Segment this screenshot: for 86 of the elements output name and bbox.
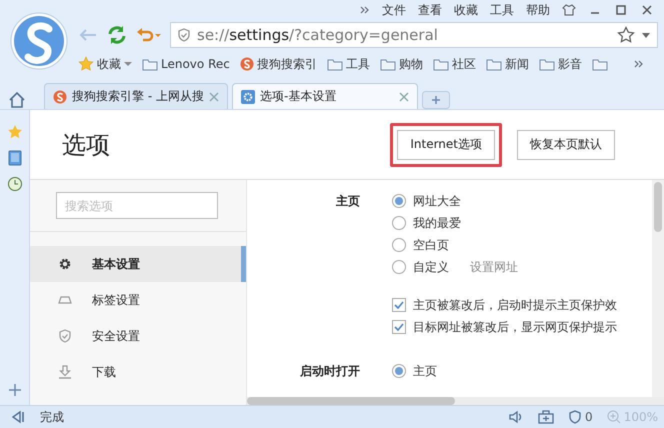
star-icon xyxy=(78,56,94,72)
vertical-scrollbar[interactable] xyxy=(652,180,664,397)
add-icon[interactable] xyxy=(8,383,22,397)
page-title: 选项 xyxy=(62,130,111,160)
search-field[interactable]: 搜索选项 xyxy=(56,192,218,219)
shield-icon xyxy=(58,329,72,343)
nav-label: 安全设置 xyxy=(92,328,140,344)
folder-icon xyxy=(380,58,396,70)
folder-icon xyxy=(142,58,158,70)
menu-item[interactable]: 查看 xyxy=(418,2,442,18)
settings-icon xyxy=(241,90,255,104)
clock-icon[interactable] xyxy=(6,176,22,192)
option-label: 网址大全 xyxy=(413,192,461,210)
checkbox[interactable] xyxy=(392,298,406,312)
bookmark-item[interactable]: 新闻 xyxy=(486,56,529,72)
sidebar-toggle-icon[interactable] xyxy=(10,410,26,424)
shield-icon xyxy=(177,28,191,42)
folder-icon xyxy=(486,58,502,70)
nav-item[interactable]: 安全设置 xyxy=(30,318,246,354)
address-bar[interactable]: se://settings/?category=general xyxy=(170,22,658,48)
browser-tab[interactable]: 选项-基本设置 xyxy=(232,83,418,109)
menu-item[interactable]: 帮助 xyxy=(526,2,550,18)
set-url-link[interactable]: 设置网址 xyxy=(470,258,518,276)
horizontal-scrollbar[interactable] xyxy=(247,397,664,405)
radio-button[interactable] xyxy=(392,238,406,252)
star-outline-icon[interactable] xyxy=(617,26,635,44)
folder-icon xyxy=(326,58,343,70)
menu-item[interactable]: 文件 xyxy=(382,2,406,18)
shield-icon xyxy=(568,410,582,424)
nav-item[interactable]: 下载 xyxy=(30,354,246,390)
browser-tab[interactable]: 搜狗搜索引擎 - 上网从搜 xyxy=(44,83,228,109)
dropdown-caret-icon[interactable] xyxy=(124,60,132,68)
bookmark-item[interactable] xyxy=(592,58,608,70)
checkbox[interactable] xyxy=(392,320,406,334)
radio-button[interactable] xyxy=(392,260,406,274)
bookmark-item[interactable]: 影音 xyxy=(538,56,582,72)
nav-item[interactable]: 基本设置 xyxy=(30,246,246,282)
folder-icon xyxy=(538,58,555,70)
browser-logo-icon[interactable] xyxy=(10,12,68,70)
bookmark-item[interactable]: 搜狗搜索引 xyxy=(240,56,317,72)
maximize-icon[interactable] xyxy=(614,3,628,17)
bookmark-item[interactable]: Lenovo Rec xyxy=(142,57,230,71)
page-button[interactable]: 恢复本页默认 xyxy=(517,130,615,160)
bookmark-item[interactable]: 购物 xyxy=(380,56,423,72)
option-label: 空白页 xyxy=(413,236,449,254)
option-label: 主页被篡改后，启动时提示主页保护效 xyxy=(413,296,617,314)
dropdown-caret-icon[interactable] xyxy=(641,30,651,40)
ad-block-count[interactable]: 0 xyxy=(568,410,593,424)
s-logo-icon xyxy=(240,57,254,71)
nav-label: 标签设置 xyxy=(92,292,140,308)
folder-icon xyxy=(592,58,608,70)
option-label: 目标网址被篡改后，显示网页保护提示 xyxy=(413,318,617,336)
tablet-icon[interactable] xyxy=(8,150,22,166)
download-icon xyxy=(58,365,72,379)
setting-label: 启动时打开 xyxy=(299,363,361,380)
gear-icon xyxy=(58,257,72,271)
nav-item[interactable]: 标签设置 xyxy=(30,282,246,318)
nav-label: 基本设置 xyxy=(92,256,140,272)
shirt-icon[interactable] xyxy=(562,3,576,17)
new-tab-icon[interactable] xyxy=(422,91,450,109)
status-text: 完成 xyxy=(40,408,65,426)
option-label: 主页 xyxy=(413,362,437,380)
bookmark-item[interactable]: 收藏 xyxy=(78,56,132,72)
zoom-in-icon xyxy=(606,410,621,424)
refresh-icon[interactable] xyxy=(106,24,128,46)
radio-button[interactable] xyxy=(392,216,406,230)
s-logo-icon xyxy=(53,90,67,104)
chevron-icon[interactable] xyxy=(360,5,370,15)
option-label: 自定义 xyxy=(413,258,449,276)
undo-icon[interactable] xyxy=(136,26,162,44)
radio-button[interactable] xyxy=(392,364,406,378)
star-icon[interactable] xyxy=(6,124,22,140)
menu-item[interactable]: 收藏 xyxy=(454,2,478,18)
close-icon[interactable] xyxy=(640,3,654,17)
bookmark-item[interactable]: 工具 xyxy=(326,56,370,72)
bookmark-item[interactable]: 社区 xyxy=(432,56,476,72)
page-button[interactable]: Internet选项 xyxy=(397,130,495,160)
nav-label: 下载 xyxy=(92,364,116,380)
home-icon[interactable] xyxy=(8,91,26,109)
toolbox-icon[interactable] xyxy=(538,410,554,424)
folder-icon xyxy=(432,58,449,70)
chevron-icon[interactable] xyxy=(634,59,644,69)
option-label: 我的最爱 xyxy=(413,214,461,232)
menu-item[interactable]: 工具 xyxy=(490,2,514,18)
radio-button[interactable] xyxy=(392,194,406,208)
setting-label: 主页 xyxy=(335,193,361,210)
